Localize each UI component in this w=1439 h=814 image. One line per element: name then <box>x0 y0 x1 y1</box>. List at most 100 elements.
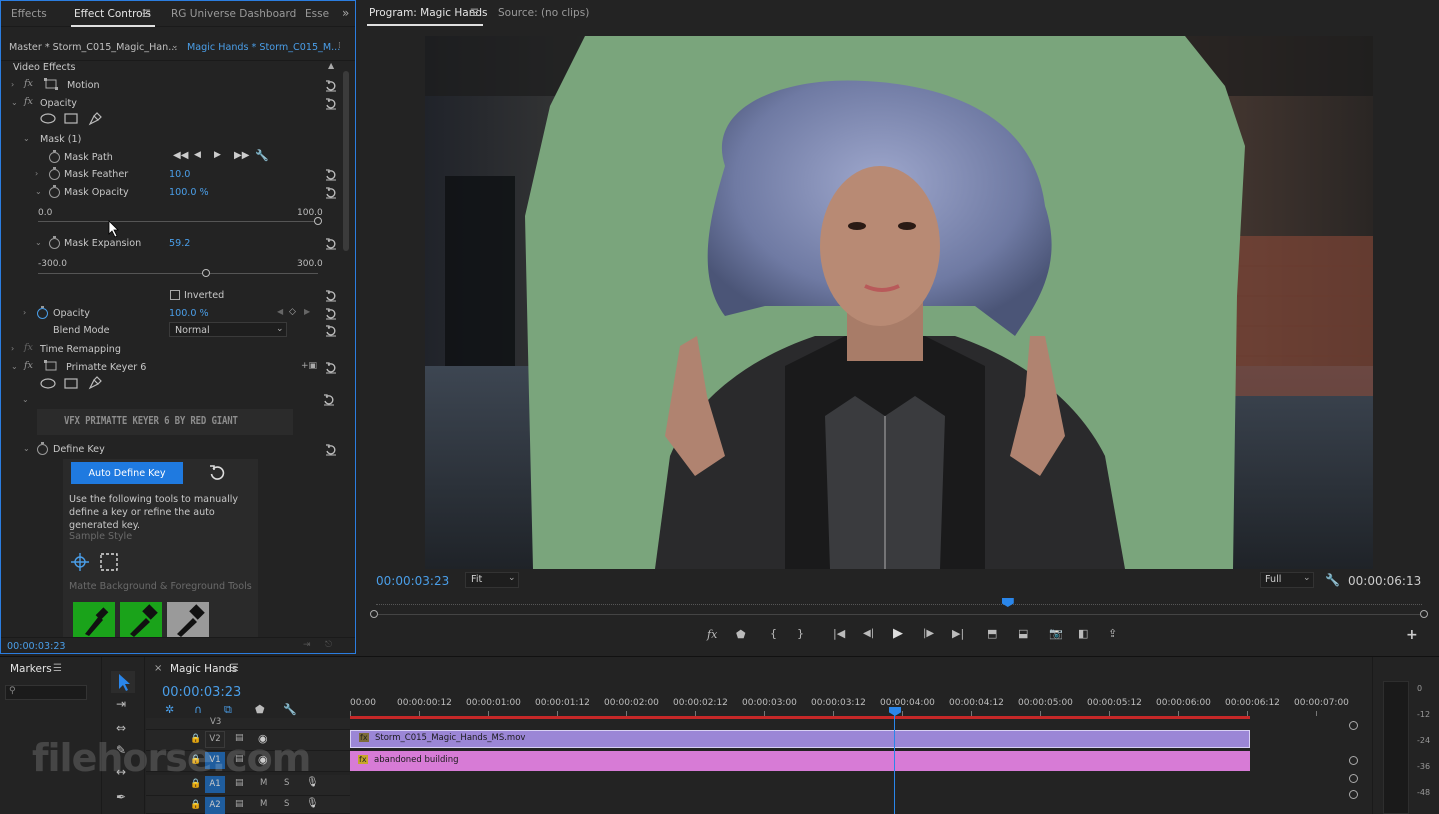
quality-select[interactable]: Full ⌄ <box>1260 572 1314 588</box>
tab-source[interactable]: Source: (no clips) <box>498 7 589 19</box>
pen-mask-icon[interactable] <box>88 376 102 390</box>
mask-opacity-slider[interactable] <box>38 221 318 222</box>
mask-opacity-value[interactable]: 100.0 % <box>169 187 209 198</box>
opacity-value[interactable]: 100.0 % <box>169 308 209 319</box>
comparison-view-icon[interactable]: ◧ <box>1078 627 1088 640</box>
markers-search-input[interactable]: ⚲ <box>5 685 87 700</box>
selection-tool-icon[interactable] <box>111 671 135 693</box>
ec-timecode[interactable]: 00:00:03:23 <box>7 641 66 652</box>
scroll-up-icon[interactable]: ▲ <box>328 61 334 70</box>
go-to-in-icon[interactable]: |◀ <box>833 627 845 640</box>
export-frame-icon[interactable]: ⇪ <box>1108 627 1117 640</box>
slip-tool-icon[interactable]: ↔ <box>116 765 126 779</box>
tab-overflow-icon[interactable]: » <box>342 6 349 20</box>
stopwatch-active-icon[interactable] <box>37 306 48 319</box>
add-button-icon[interactable]: + <box>1406 627 1418 643</box>
mask-feather-value[interactable]: 10.0 <box>169 169 190 180</box>
mask-1[interactable]: ⌄ Mask (1) <box>1 131 355 149</box>
panel-menu-icon[interactable]: ☰ <box>142 9 151 20</box>
mark-out-icon[interactable]: } <box>797 627 804 640</box>
effect-primatte[interactable]: ⌄ fx Primatte Keyer 6 +▣ <box>1 359 355 377</box>
ellipse-mask-icon[interactable] <box>40 113 56 124</box>
sequence-clip-label[interactable]: Magic Hands * Storm_C015_M... <box>187 42 340 53</box>
slider-knob[interactable] <box>201 269 210 277</box>
track-forward-icon[interactable]: ▶▶ <box>234 150 249 161</box>
brush-matte-tool-icon[interactable] <box>167 602 209 637</box>
step-backward-icon[interactable]: ◀ <box>194 150 201 160</box>
tab-effects[interactable]: Effects <box>11 8 47 20</box>
step-forward-icon[interactable]: |▶ <box>923 628 934 639</box>
slider-knob[interactable] <box>314 217 322 225</box>
track-header-v3[interactable]: V3 <box>146 717 350 730</box>
effect-time-remapping[interactable]: › fx Time Remapping <box>1 341 355 359</box>
settings-wrench-icon[interactable]: 🔧 <box>1325 573 1340 587</box>
linked-selection-icon[interactable]: ⧉ <box>224 703 232 717</box>
add-marker-icon[interactable]: ⬟ <box>255 703 265 716</box>
prev-keyframe-icon[interactable]: ◀ <box>277 307 283 316</box>
step-back-icon[interactable]: ◀| <box>863 628 874 639</box>
next-keyframe-icon[interactable]: ▶ <box>304 307 310 316</box>
track-zoom-handle[interactable] <box>1349 774 1358 783</box>
rectangle-mask-icon[interactable] <box>64 378 78 389</box>
eyedropper-bg-tool-icon[interactable] <box>73 602 115 637</box>
track-backward-icon[interactable]: ◀◀ <box>173 150 188 161</box>
tab-markers[interactable]: Markers <box>10 663 52 675</box>
inverted-checkbox[interactable] <box>170 290 180 300</box>
stopwatch-icon[interactable] <box>49 236 60 249</box>
add-marker-icon[interactable]: ⬟ <box>736 628 746 641</box>
program-scrubber[interactable] <box>370 597 1428 621</box>
effect-motion[interactable]: › fx Motion <box>1 77 355 95</box>
razor-tool-icon[interactable]: ✎ <box>116 743 126 757</box>
track-zoom-handle[interactable] <box>1349 756 1358 765</box>
stopwatch-icon[interactable] <box>49 185 60 198</box>
tab-effect-controls[interactable]: Effect Controls <box>74 8 151 20</box>
mask-expansion-value[interactable]: 59.2 <box>169 238 190 249</box>
chevron-down-icon[interactable]: ⌄ <box>171 41 179 51</box>
stopwatch-icon[interactable] <box>49 150 60 163</box>
auto-define-key-button[interactable]: Auto Define Key <box>71 462 183 484</box>
track-zoom-handle[interactable] <box>1349 721 1358 730</box>
tab-sequence[interactable]: Magic Hands <box>170 663 237 675</box>
tab-essential[interactable]: Esse <box>305 8 329 20</box>
clip-abandoned-building[interactable]: fx abandoned building <box>350 751 1250 771</box>
play-icon[interactable]: ▶ <box>893 626 903 641</box>
master-clip-label[interactable]: Master * Storm_C015_Magic_Han... <box>9 42 177 53</box>
time-ruler[interactable]: 00:00 00:00:00:12 00:00:01:00 00:00:01:12 00… <box>350 657 1350 723</box>
plugin-ui-icon[interactable]: +▣ <box>301 361 317 371</box>
rectangle-mask-icon[interactable] <box>64 113 78 124</box>
mask-expansion-slider[interactable] <box>38 273 318 274</box>
extract-icon[interactable]: ⬓ <box>1018 627 1028 640</box>
panel-menu-icon[interactable]: ☰ <box>230 663 239 674</box>
reset-icon[interactable] <box>323 394 335 406</box>
track-select-tool-icon[interactable]: ⇥ <box>116 697 126 711</box>
program-timecode[interactable]: 00:00:03:23 <box>376 574 449 588</box>
ripple-edit-tool-icon[interactable]: ⇔ <box>116 721 126 735</box>
tab-rg-universe[interactable]: RG Universe Dashboard <box>171 8 296 20</box>
mark-in-icon[interactable]: { <box>770 627 777 640</box>
marquee-icon[interactable] <box>100 553 118 571</box>
pen-tool-icon[interactable]: ✒ <box>116 790 126 804</box>
vertical-scrollbar[interactable] <box>343 71 349 251</box>
program-playhead[interactable] <box>1001 598 1014 607</box>
step-forward-icon[interactable]: ▶ <box>214 150 221 160</box>
export-icon[interactable]: ⎋ <box>325 640 332 650</box>
collapse-chevron-icon[interactable]: ⌄ <box>22 395 29 404</box>
work-area-bar[interactable] <box>350 716 1250 719</box>
define-key-row[interactable]: ⌄ Define Key <box>1 441 355 459</box>
crosshair-icon[interactable] <box>71 553 89 571</box>
brush-fg-tool-icon[interactable] <box>120 602 162 637</box>
go-to-clip-icon[interactable]: ⇥ <box>303 640 311 650</box>
lift-icon[interactable]: ⬒ <box>987 627 997 640</box>
nest-icon[interactable]: ✲ <box>165 703 174 716</box>
pen-mask-icon[interactable] <box>88 112 102 126</box>
panel-menu-icon[interactable]: ☰ <box>470 8 479 19</box>
effect-opacity[interactable]: ⌄ fx Opacity <box>1 95 355 113</box>
camera-icon[interactable]: 📷 <box>1049 627 1063 640</box>
track-header-v2[interactable]: 🔒 V2 ▤ ◉ <box>146 730 350 751</box>
close-tab-icon[interactable]: × <box>154 663 162 674</box>
go-to-out-icon[interactable]: ▶| <box>952 627 964 640</box>
ellipse-mask-icon[interactable] <box>40 378 56 389</box>
timeline-timecode[interactable]: 00:00:03:23 <box>162 685 241 700</box>
snap-icon[interactable]: ∩ <box>194 703 202 716</box>
add-keyframe-icon[interactable]: ◇ <box>289 307 296 317</box>
